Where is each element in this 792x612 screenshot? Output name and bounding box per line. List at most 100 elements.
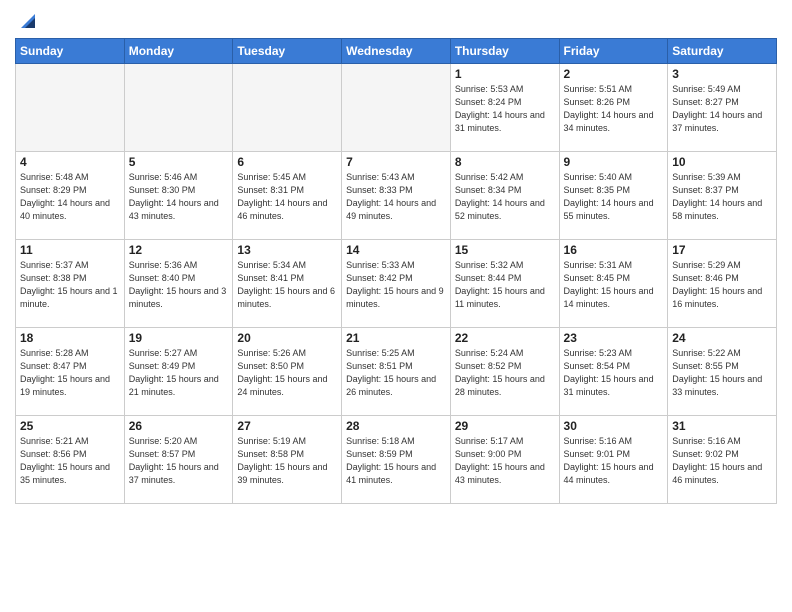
sun-info: Sunrise: 5:33 AMSunset: 8:42 PMDaylight:… <box>346 259 446 311</box>
calendar-day-31: 31 Sunrise: 5:16 AMSunset: 9:02 PMDayligh… <box>668 416 777 504</box>
calendar-day-empty-0-1 <box>124 64 233 152</box>
sun-info: Sunrise: 5:39 AMSunset: 8:37 PMDaylight:… <box>672 171 772 223</box>
sun-info: Sunrise: 5:32 AMSunset: 8:44 PMDaylight:… <box>455 259 555 311</box>
calendar-day-10: 10 Sunrise: 5:39 AMSunset: 8:37 PMDayligh… <box>668 152 777 240</box>
sun-info: Sunrise: 5:26 AMSunset: 8:50 PMDaylight:… <box>237 347 337 399</box>
col-header-monday: Monday <box>124 39 233 64</box>
sun-info: Sunrise: 5:34 AMSunset: 8:41 PMDaylight:… <box>237 259 337 311</box>
day-number: 28 <box>346 419 446 433</box>
sun-info: Sunrise: 5:36 AMSunset: 8:40 PMDaylight:… <box>129 259 229 311</box>
day-number: 4 <box>20 155 120 169</box>
calendar-day-3: 3Sunrise: 5:49 AMSunset: 8:27 PMDaylight… <box>668 64 777 152</box>
sun-info: Sunrise: 5:27 AMSunset: 8:49 PMDaylight:… <box>129 347 229 399</box>
sun-info: Sunrise: 5:23 AMSunset: 8:54 PMDaylight:… <box>564 347 664 399</box>
calendar-day-19: 19Sunrise: 5:27 AMSunset: 8:49 PMDayligh… <box>124 328 233 416</box>
calendar-header-row: SundayMondayTuesdayWednesdayThursdayFrid… <box>16 39 777 64</box>
sun-info: Sunrise: 5:24 AMSunset: 8:52 PMDaylight:… <box>455 347 555 399</box>
calendar-week-1: 1Sunrise: 5:53 AMSunset: 8:24 PMDaylight… <box>16 64 777 152</box>
day-number: 13 <box>237 243 337 257</box>
col-header-saturday: Saturday <box>668 39 777 64</box>
day-number: 11 <box>20 243 120 257</box>
logo <box>15 10 39 30</box>
day-number: 20 <box>237 331 337 345</box>
col-header-friday: Friday <box>559 39 668 64</box>
sun-info: Sunrise: 5:25 AMSunset: 8:51 PMDaylight:… <box>346 347 446 399</box>
sun-info: Sunrise: 5:46 AMSunset: 8:30 PMDaylight:… <box>129 171 229 223</box>
logo-triangle-icon <box>17 8 39 30</box>
calendar-day-28: 28 Sunrise: 5:18 AMSunset: 8:59 PMDayligh… <box>342 416 451 504</box>
sun-info: Sunrise: 5:22 AMSunset: 8:55 PMDaylight:… <box>672 347 772 399</box>
day-number: 21 <box>346 331 446 345</box>
calendar-week-5: 25Sunrise: 5:21 AMSunset: 8:56 PMDayligh… <box>16 416 777 504</box>
day-number: 9 <box>564 155 664 169</box>
sun-info: Sunrise: 5:28 AMSunset: 8:47 PMDaylight:… <box>20 347 120 399</box>
sun-info: Sunrise: 5:45 AMSunset: 8:31 PMDaylight:… <box>237 171 337 223</box>
day-number: 31 <box>672 419 772 433</box>
sun-info: Sunrise: 5:51 AMSunset: 8:26 PMDaylight:… <box>564 83 664 135</box>
calendar-day-6: 6 Sunrise: 5:45 AMSunset: 8:31 PMDaylight… <box>233 152 342 240</box>
day-number: 24 <box>672 331 772 345</box>
sun-info: Sunrise: 5:19 AMSunset: 8:58 PMDaylight:… <box>237 435 337 487</box>
calendar-day-23: 23 Sunrise: 5:23 AMSunset: 8:54 PMDayligh… <box>559 328 668 416</box>
sun-info: Sunrise: 5:16 AMSunset: 9:01 PMDaylight:… <box>564 435 664 487</box>
day-number: 10 <box>672 155 772 169</box>
day-number: 18 <box>20 331 120 345</box>
day-number: 6 <box>237 155 337 169</box>
calendar-day-18: 18 Sunrise: 5:28 AMSunset: 8:47 PMDayligh… <box>16 328 125 416</box>
calendar-week-4: 18 Sunrise: 5:28 AMSunset: 8:47 PMDayligh… <box>16 328 777 416</box>
sun-info: Sunrise: 5:48 AMSunset: 8:29 PMDaylight:… <box>20 171 120 223</box>
sun-info: Sunrise: 5:20 AMSunset: 8:57 PMDaylight:… <box>129 435 229 487</box>
calendar-day-5: 5 Sunrise: 5:46 AMSunset: 8:30 PMDaylight… <box>124 152 233 240</box>
sun-info: Sunrise: 5:21 AMSunset: 8:56 PMDaylight:… <box>20 435 120 487</box>
day-number: 2 <box>564 67 664 81</box>
calendar-day-12: 12 Sunrise: 5:36 AMSunset: 8:40 PMDayligh… <box>124 240 233 328</box>
sun-info: Sunrise: 5:37 AMSunset: 8:38 PMDaylight:… <box>20 259 120 311</box>
day-number: 22 <box>455 331 555 345</box>
calendar-day-11: 11 Sunrise: 5:37 AMSunset: 8:38 PMDayligh… <box>16 240 125 328</box>
col-header-thursday: Thursday <box>450 39 559 64</box>
day-number: 7 <box>346 155 446 169</box>
col-header-tuesday: Tuesday <box>233 39 342 64</box>
calendar-day-26: 26Sunrise: 5:20 AMSunset: 8:57 PMDayligh… <box>124 416 233 504</box>
day-number: 14 <box>346 243 446 257</box>
col-header-wednesday: Wednesday <box>342 39 451 64</box>
calendar-day-empty-0-3 <box>342 64 451 152</box>
calendar-day-16: 16 Sunrise: 5:31 AMSunset: 8:45 PMDayligh… <box>559 240 668 328</box>
calendar-day-13: 13 Sunrise: 5:34 AMSunset: 8:41 PMDayligh… <box>233 240 342 328</box>
sun-info: Sunrise: 5:29 AMSunset: 8:46 PMDaylight:… <box>672 259 772 311</box>
day-number: 29 <box>455 419 555 433</box>
day-number: 17 <box>672 243 772 257</box>
calendar-day-7: 7Sunrise: 5:43 AMSunset: 8:33 PMDaylight… <box>342 152 451 240</box>
day-number: 12 <box>129 243 229 257</box>
calendar-day-29: 29Sunrise: 5:17 AMSunset: 9:00 PMDayligh… <box>450 416 559 504</box>
calendar-week-2: 4 Sunrise: 5:48 AMSunset: 8:29 PMDaylight… <box>16 152 777 240</box>
day-number: 16 <box>564 243 664 257</box>
calendar-day-22: 22 Sunrise: 5:24 AMSunset: 8:52 PMDayligh… <box>450 328 559 416</box>
calendar-week-3: 11 Sunrise: 5:37 AMSunset: 8:38 PMDayligh… <box>16 240 777 328</box>
sun-info: Sunrise: 5:40 AMSunset: 8:35 PMDaylight:… <box>564 171 664 223</box>
calendar-day-27: 27 Sunrise: 5:19 AMSunset: 8:58 PMDayligh… <box>233 416 342 504</box>
calendar-day-21: 21 Sunrise: 5:25 AMSunset: 8:51 PMDayligh… <box>342 328 451 416</box>
calendar-day-9: 9 Sunrise: 5:40 AMSunset: 8:35 PMDaylight… <box>559 152 668 240</box>
sun-info: Sunrise: 5:18 AMSunset: 8:59 PMDaylight:… <box>346 435 446 487</box>
day-number: 23 <box>564 331 664 345</box>
calendar-day-4: 4 Sunrise: 5:48 AMSunset: 8:29 PMDaylight… <box>16 152 125 240</box>
calendar-day-1: 1Sunrise: 5:53 AMSunset: 8:24 PMDaylight… <box>450 64 559 152</box>
page: SundayMondayTuesdayWednesdayThursdayFrid… <box>0 0 792 612</box>
day-number: 27 <box>237 419 337 433</box>
sun-info: Sunrise: 5:16 AMSunset: 9:02 PMDaylight:… <box>672 435 772 487</box>
day-number: 5 <box>129 155 229 169</box>
sun-info: Sunrise: 5:31 AMSunset: 8:45 PMDaylight:… <box>564 259 664 311</box>
calendar-day-30: 30Sunrise: 5:16 AMSunset: 9:01 PMDayligh… <box>559 416 668 504</box>
calendar-table: SundayMondayTuesdayWednesdayThursdayFrid… <box>15 38 777 504</box>
calendar-day-8: 8Sunrise: 5:42 AMSunset: 8:34 PMDaylight… <box>450 152 559 240</box>
day-number: 3 <box>672 67 772 81</box>
col-header-sunday: Sunday <box>16 39 125 64</box>
calendar-day-20: 20 Sunrise: 5:26 AMSunset: 8:50 PMDayligh… <box>233 328 342 416</box>
calendar-day-2: 2 Sunrise: 5:51 AMSunset: 8:26 PMDaylight… <box>559 64 668 152</box>
header <box>15 10 777 30</box>
calendar-day-empty-0-0 <box>16 64 125 152</box>
sun-info: Sunrise: 5:42 AMSunset: 8:34 PMDaylight:… <box>455 171 555 223</box>
calendar-day-17: 17 Sunrise: 5:29 AMSunset: 8:46 PMDayligh… <box>668 240 777 328</box>
calendar-day-25: 25Sunrise: 5:21 AMSunset: 8:56 PMDayligh… <box>16 416 125 504</box>
